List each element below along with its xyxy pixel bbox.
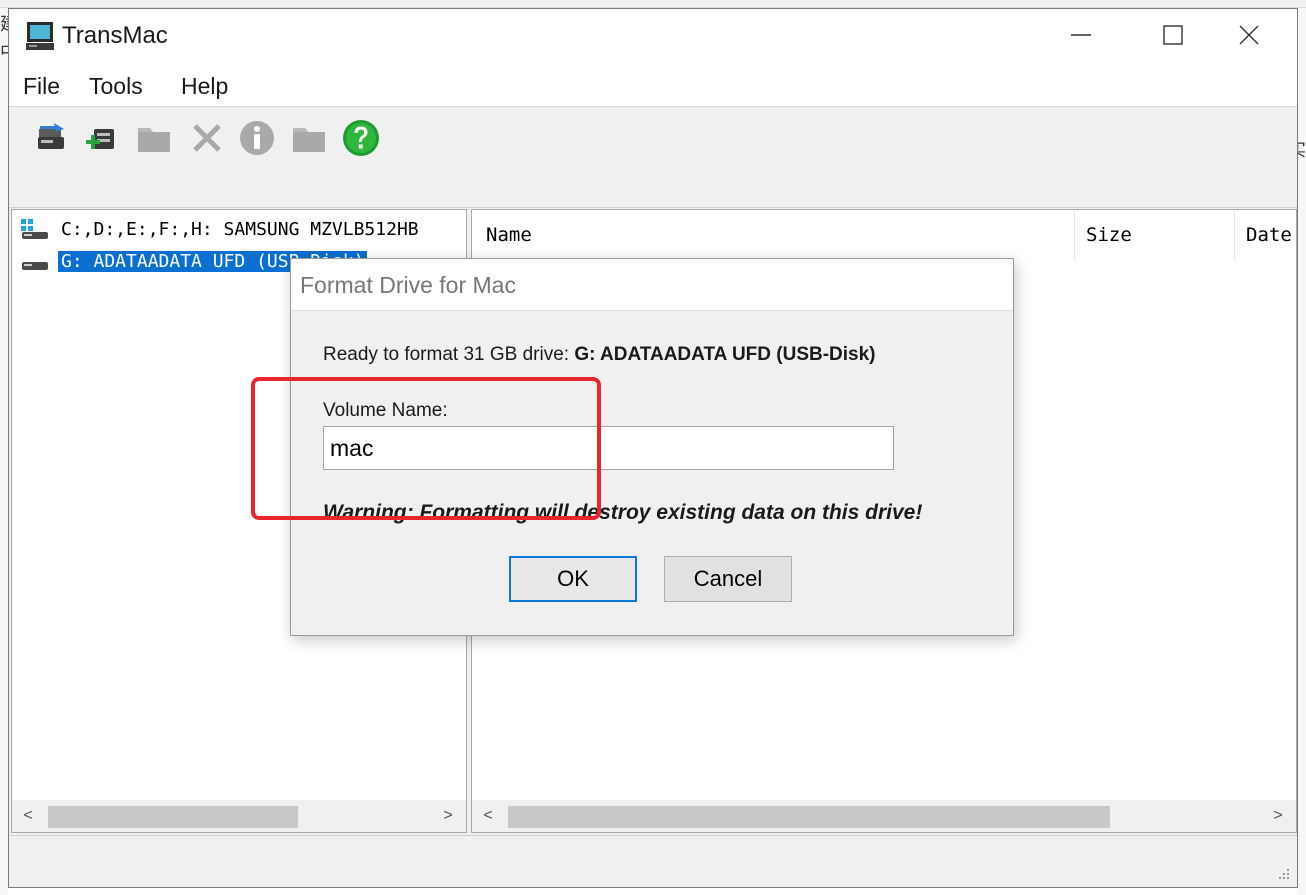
- add-drive-button[interactable]: [81, 118, 121, 158]
- chevron-left-icon[interactable]: <: [474, 804, 502, 828]
- background-left: 建 中: [0, 8, 18, 895]
- status-bar: [9, 835, 1297, 887]
- window-title: TransMac: [62, 22, 168, 49]
- close-icon: [1239, 25, 1259, 45]
- dialog-title-bar[interactable]: Format Drive for Mac: [291, 259, 1013, 311]
- column-header-size[interactable]: Size: [1086, 224, 1132, 246]
- menu-tools[interactable]: Tools: [89, 73, 143, 100]
- add-drive-icon: [86, 129, 114, 149]
- dialog-title: Format Drive for Mac: [300, 272, 516, 298]
- tree-item-system-drive[interactable]: C:,D:,E:,F:,H: SAMSUNG MZVLB512HB: [20, 216, 422, 242]
- help-button[interactable]: [341, 118, 381, 158]
- info-button[interactable]: [237, 118, 277, 158]
- column-separator[interactable]: [1074, 210, 1075, 260]
- system-drive-icon: [21, 219, 48, 239]
- refresh-drive-icon: [38, 123, 64, 149]
- format-warning: Warning: Formatting will destroy existin…: [323, 501, 923, 524]
- ready-text: Ready to format 31 GB drive:: [323, 344, 575, 365]
- scrollbar-thumb[interactable]: [508, 806, 1110, 828]
- refresh-drive-button[interactable]: [31, 118, 71, 158]
- delete-button[interactable]: [187, 118, 227, 158]
- volume-name-input[interactable]: [323, 426, 894, 470]
- cancel-button[interactable]: Cancel: [664, 556, 792, 602]
- dialog-ready-message: Ready to format 31 GB drive: G: ADATAADA…: [323, 344, 876, 366]
- ok-button[interactable]: OK: [509, 556, 637, 602]
- minimize-button[interactable]: [1035, 9, 1127, 61]
- chevron-right-icon[interactable]: >: [1264, 804, 1292, 828]
- computer-icon: [25, 21, 55, 51]
- help-icon: [343, 120, 379, 156]
- tree-horizontal-scrollbar[interactable]: < >: [12, 800, 466, 832]
- resize-grip-icon[interactable]: [1277, 867, 1291, 881]
- column-header-name[interactable]: Name: [486, 224, 532, 246]
- maximize-icon: [1163, 25, 1183, 45]
- format-drive-dialog: Format Drive for Mac Ready to format 31 …: [290, 258, 1014, 636]
- close-button[interactable]: [1203, 9, 1295, 61]
- column-separator[interactable]: [1234, 210, 1235, 260]
- drive-name: G: ADATAADATA UFD (USB-Disk): [574, 344, 876, 365]
- volume-name-label: Volume Name:: [323, 400, 448, 421]
- background-strip: [0, 0, 1306, 8]
- toolbar: [9, 108, 1297, 208]
- chevron-left-icon[interactable]: <: [14, 804, 42, 828]
- menu-file[interactable]: File: [23, 73, 60, 100]
- file-list-horizontal-scrollbar[interactable]: < >: [472, 800, 1296, 832]
- minimize-icon: [1071, 34, 1091, 36]
- scrollbar-thumb[interactable]: [48, 806, 298, 828]
- new-folder-button[interactable]: [134, 118, 174, 158]
- folder-icon: [293, 128, 325, 152]
- menu-bar: File Tools Help: [9, 65, 1297, 107]
- title-bar[interactable]: TransMac: [9, 9, 1297, 65]
- column-header-date[interactable]: Date: [1246, 224, 1292, 246]
- folder-button[interactable]: [289, 118, 329, 158]
- usb-drive-icon: [22, 262, 48, 270]
- tree-item-label: C:,D:,E:,F:,H: SAMSUNG MZVLB512HB: [61, 218, 419, 240]
- menu-help[interactable]: Help: [181, 73, 228, 100]
- chevron-right-icon[interactable]: >: [434, 804, 462, 828]
- delete-icon: [193, 124, 221, 152]
- folder-icon: [138, 128, 170, 152]
- info-icon: [240, 121, 274, 155]
